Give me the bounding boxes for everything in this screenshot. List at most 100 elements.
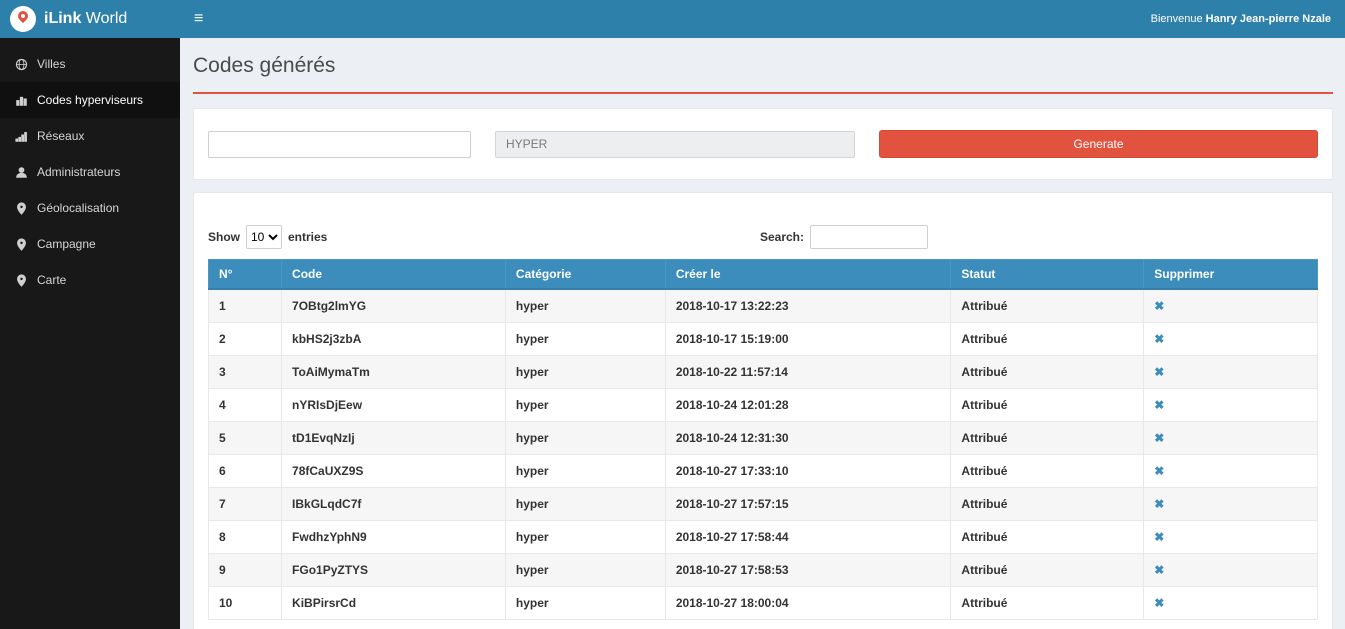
user-icon (14, 165, 28, 179)
cell-n: 4 (209, 389, 282, 422)
cell-n: 5 (209, 422, 282, 455)
cell-category: hyper (505, 356, 665, 389)
delete-icon[interactable]: ✖ (1154, 596, 1164, 610)
table-row: 2kbHS2j3zbAhyper2018-10-17 15:19:00Attri… (209, 323, 1318, 356)
topbar-main: ≡ Bienvenue Hanry Jean-pierre Nzale (180, 0, 1345, 38)
map-marker-icon (14, 201, 28, 215)
delete-icon[interactable]: ✖ (1154, 563, 1164, 577)
cell-code: FwdhzYphN9 (282, 521, 506, 554)
table-row: 4nYRIsDjEewhyper2018-10-24 12:01:28Attri… (209, 389, 1318, 422)
page-length-select[interactable]: 10 (246, 225, 282, 249)
cell-n: 6 (209, 455, 282, 488)
show-label: Show (208, 230, 240, 244)
cell-status: Attribué (951, 587, 1144, 620)
column-header-code[interactable]: Code (282, 260, 506, 290)
sidebar-item-label: Campagne (37, 237, 96, 251)
sidebar-item-label: Administrateurs (37, 165, 120, 179)
hamburger-menu-icon[interactable]: ≡ (194, 11, 203, 27)
cell-status: Attribué (951, 289, 1144, 323)
column-header-categorie[interactable]: Catégorie (505, 260, 665, 290)
red-divider (193, 92, 1333, 94)
table-row: 3ToAiMymaTmhyper2018-10-22 11:57:14Attri… (209, 356, 1318, 389)
globe-icon (14, 57, 28, 71)
category-field[interactable] (495, 131, 855, 158)
cell-code: kbHS2j3zbA (282, 323, 506, 356)
cell-delete: ✖ (1144, 587, 1318, 620)
map-marker-icon (14, 237, 28, 251)
cell-created: 2018-10-22 11:57:14 (665, 356, 951, 389)
cell-delete: ✖ (1144, 389, 1318, 422)
cell-n: 1 (209, 289, 282, 323)
cell-created: 2018-10-27 17:58:53 (665, 554, 951, 587)
delete-icon[interactable]: ✖ (1154, 431, 1164, 445)
sidebar-item-label: Villes (37, 57, 65, 71)
table-row: 10KiBPirsrCdhyper2018-10-27 18:00:04Attr… (209, 587, 1318, 620)
quantity-stepper[interactable] (208, 131, 471, 158)
column-header-supprimer[interactable]: Supprimer (1144, 260, 1318, 290)
cell-category: hyper (505, 323, 665, 356)
cell-category: hyper (505, 488, 665, 521)
cell-status: Attribué (951, 323, 1144, 356)
cell-status: Attribué (951, 488, 1144, 521)
cell-status: Attribué (951, 389, 1144, 422)
cell-code: FGo1PyZTYS (282, 554, 506, 587)
search-input[interactable] (810, 225, 928, 249)
cell-code: nYRIsDjEew (282, 389, 506, 422)
bar-chart-icon (14, 93, 28, 107)
sidebar-item-label: Codes hyperviseurs (37, 93, 143, 107)
brand: iLink World (0, 0, 180, 38)
search-control: Search: (760, 225, 928, 249)
cell-delete: ✖ (1144, 455, 1318, 488)
column-header-creer-le[interactable]: Créer le (665, 260, 951, 290)
table-row: 17OBtg2lmYGhyper2018-10-17 13:22:23Attri… (209, 289, 1318, 323)
cell-created: 2018-10-24 12:31:30 (665, 422, 951, 455)
generate-panel: Generate (193, 108, 1333, 180)
app-logo (10, 6, 36, 32)
column-header-n[interactable]: N° (209, 260, 282, 290)
cell-n: 2 (209, 323, 282, 356)
cell-created: 2018-10-24 12:01:28 (665, 389, 951, 422)
delete-icon[interactable]: ✖ (1154, 365, 1164, 379)
delete-icon[interactable]: ✖ (1154, 464, 1164, 478)
delete-icon[interactable]: ✖ (1154, 398, 1164, 412)
codes-table-panel: Show 10 entries Search: N° (193, 192, 1333, 629)
cell-category: hyper (505, 289, 665, 323)
table-controls: Show 10 entries Search: (208, 225, 1318, 249)
sidebar-item-campagne[interactable]: Campagne (0, 226, 180, 262)
table-row: 7IBkGLqdC7fhyper2018-10-27 17:57:15Attri… (209, 488, 1318, 521)
sidebar-item-label: Géolocalisation (37, 201, 119, 215)
cell-delete: ✖ (1144, 554, 1318, 587)
sidebar-item-label: Carte (37, 273, 66, 287)
cell-created: 2018-10-17 15:19:00 (665, 323, 951, 356)
signal-icon (14, 129, 28, 143)
sidebar-item-reseaux[interactable]: Réseaux (0, 118, 180, 154)
cell-code: ToAiMymaTm (282, 356, 506, 389)
delete-icon[interactable]: ✖ (1154, 299, 1164, 313)
cell-created: 2018-10-27 17:33:10 (665, 455, 951, 488)
topbar: iLink World ≡ Bienvenue Hanry Jean-pierr… (0, 0, 1345, 38)
cell-status: Attribué (951, 422, 1144, 455)
cell-n: 8 (209, 521, 282, 554)
cell-code: KiBPirsrCd (282, 587, 506, 620)
sidebar-item-carte[interactable]: Carte (0, 262, 180, 298)
sidebar-item-administrateurs[interactable]: Administrateurs (0, 154, 180, 190)
delete-icon[interactable]: ✖ (1154, 530, 1164, 544)
sidebar-item-geolocalisation[interactable]: Géolocalisation (0, 190, 180, 226)
page-title: Codes générés (193, 54, 1333, 78)
sidebar-item-villes[interactable]: Villes (0, 46, 180, 82)
cell-category: hyper (505, 554, 665, 587)
cell-code: IBkGLqdC7f (282, 488, 506, 521)
sidebar-item-codes-hyperviseurs[interactable]: Codes hyperviseurs (0, 82, 180, 118)
generate-button[interactable]: Generate (879, 130, 1318, 158)
cell-category: hyper (505, 389, 665, 422)
table-header-row: N° Code Catégorie Créer le Statut Suppri… (209, 260, 1318, 290)
table-row: 8FwdhzYphN9hyper2018-10-27 17:58:44Attri… (209, 521, 1318, 554)
delete-icon[interactable]: ✖ (1154, 332, 1164, 346)
cell-delete: ✖ (1144, 488, 1318, 521)
brand-bold: iLink (44, 10, 81, 27)
column-header-statut[interactable]: Statut (951, 260, 1144, 290)
cell-delete: ✖ (1144, 289, 1318, 323)
search-label: Search: (760, 230, 804, 244)
delete-icon[interactable]: ✖ (1154, 497, 1164, 511)
table-row: 9FGo1PyZTYShyper2018-10-27 17:58:53Attri… (209, 554, 1318, 587)
